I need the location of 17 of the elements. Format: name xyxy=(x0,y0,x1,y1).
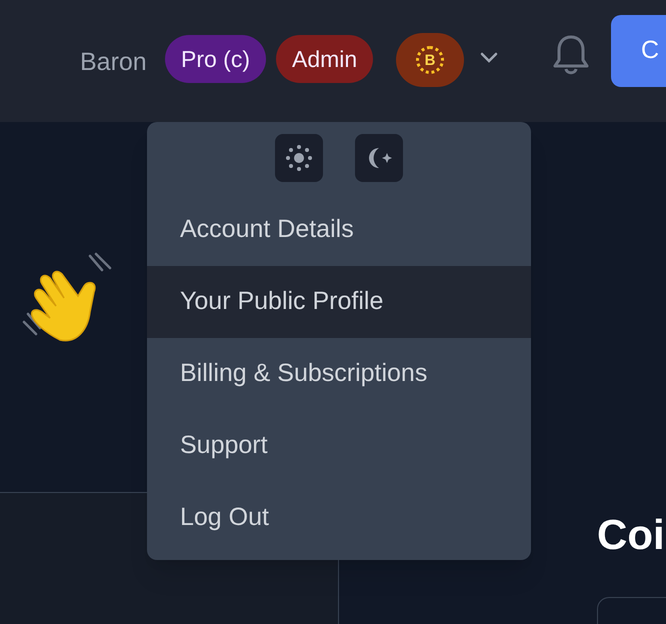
light-theme-button[interactable] xyxy=(275,134,323,182)
role-badge: Pro (c) xyxy=(165,35,266,83)
role-badge: Admin xyxy=(276,35,374,83)
menu-item[interactable]: Billing & Subscriptions xyxy=(147,338,531,410)
create-button[interactable]: C xyxy=(611,15,666,87)
coin-badge: B xyxy=(396,33,464,87)
menu-item[interactable]: Account Details xyxy=(147,194,531,266)
dark-theme-button[interactable] xyxy=(355,134,403,182)
bell-icon[interactable] xyxy=(553,34,589,76)
menu-item[interactable]: Log Out xyxy=(147,482,531,554)
user-name: Baron xyxy=(80,47,147,78)
menu-item[interactable]: Your Public Profile xyxy=(147,266,531,338)
menu-item[interactable]: Support xyxy=(147,410,531,482)
section-heading: Coi xyxy=(597,514,666,556)
card-background xyxy=(597,597,666,624)
sun-icon xyxy=(285,144,313,172)
chevron-down-icon[interactable] xyxy=(480,52,498,64)
